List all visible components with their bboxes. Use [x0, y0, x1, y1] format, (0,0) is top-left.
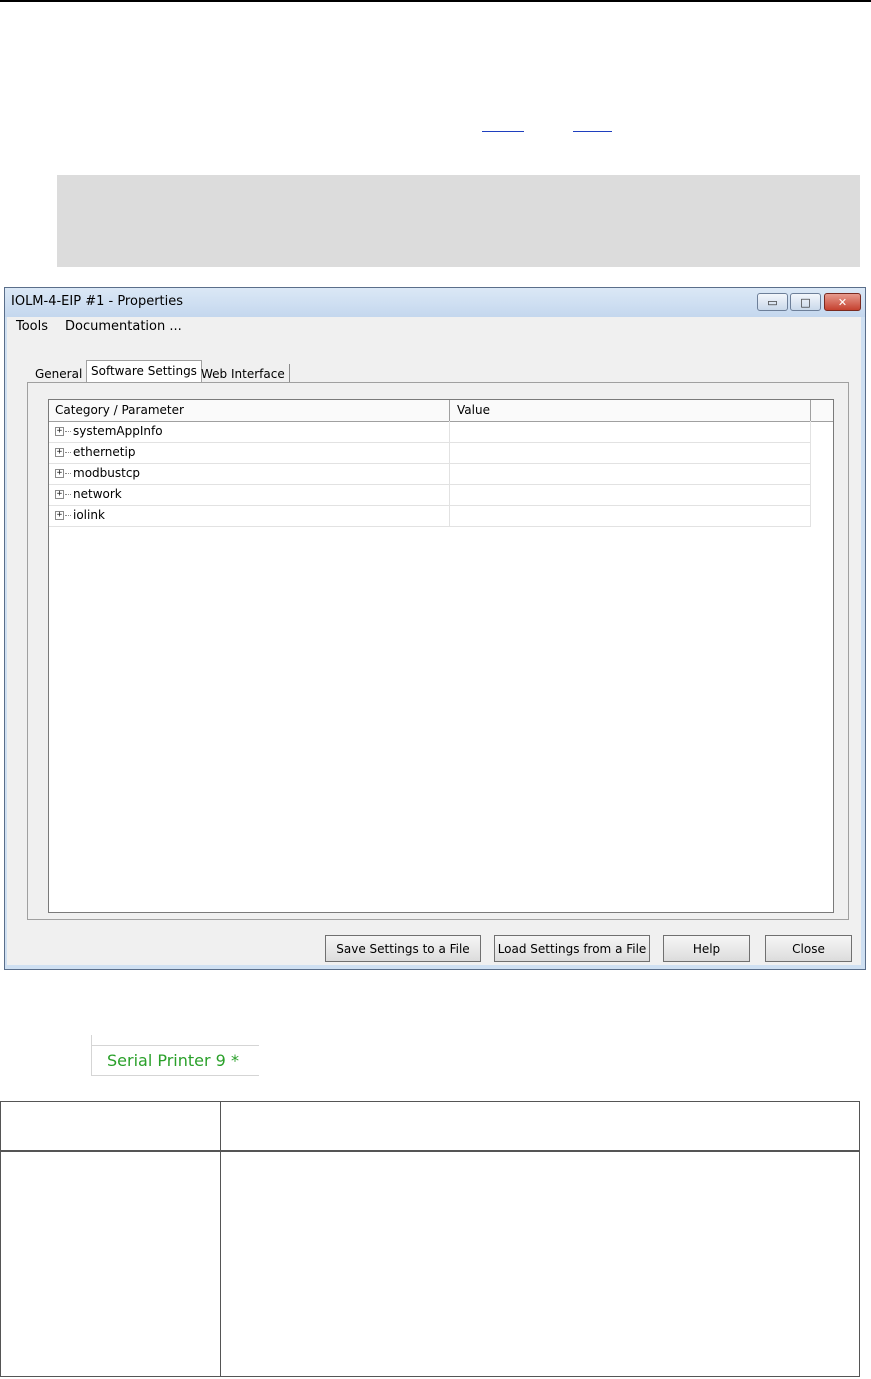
- tab-web-interface-label: Web Interface: [201, 367, 285, 381]
- note-box: [57, 175, 860, 267]
- cell-divider: [810, 463, 811, 484]
- tab-bottom-border: [92, 1075, 259, 1076]
- tree-row-label: systemAppInfo: [73, 424, 163, 438]
- hyperlink-underline-1[interactable]: [482, 131, 524, 132]
- cell-divider: [449, 421, 450, 442]
- menu-documentation[interactable]: Documentation ...: [65, 319, 182, 334]
- tree-row[interactable]: + iolink: [49, 505, 811, 527]
- tab-top-border: [92, 1045, 259, 1046]
- save-settings-button[interactable]: Save Settings to a File: [325, 935, 481, 962]
- expand-icon[interactable]: +: [55, 490, 64, 499]
- expand-icon[interactable]: +: [55, 448, 64, 457]
- expand-icon[interactable]: +: [55, 511, 64, 520]
- minimize-icon[interactable]: ▭: [757, 293, 788, 311]
- help-button-label: Help: [692, 941, 721, 956]
- cell-divider: [810, 505, 811, 526]
- help-button[interactable]: Help: [663, 935, 750, 962]
- tree-connector: [65, 494, 71, 495]
- cell-divider: [449, 442, 450, 463]
- cell-divider: [449, 484, 450, 505]
- settings-grid: Category / Parameter Value + systemAppIn…: [48, 399, 834, 913]
- cell-divider: [810, 442, 811, 463]
- table-column-divider: [220, 1102, 221, 1376]
- tree-row-label: ethernetip: [73, 445, 136, 459]
- client-area: General Software Settings Web Interface …: [7, 337, 861, 965]
- serial-printer-tab[interactable]: Serial Printer 9 *: [91, 1035, 259, 1076]
- hyperlink-underline-2[interactable]: [573, 131, 612, 132]
- load-settings-button-label: Load Settings from a File: [497, 941, 647, 956]
- cell-divider: [449, 505, 450, 526]
- column-header-value[interactable]: Value: [457, 403, 490, 417]
- tree-row[interactable]: + ethernetip: [49, 442, 811, 464]
- tree-connector: [65, 431, 71, 432]
- tab-software-settings-label: Software Settings: [91, 364, 197, 378]
- tree-row[interactable]: + modbustcp: [49, 463, 811, 485]
- menu-tools[interactable]: Tools: [16, 319, 48, 334]
- expand-icon[interactable]: +: [55, 469, 64, 478]
- title-bar[interactable]: IOLM-4-EIP #1 - Properties ▭ □ ✕: [5, 288, 865, 317]
- tree-row[interactable]: + systemAppInfo: [49, 421, 811, 443]
- tree-connector: [65, 452, 71, 453]
- cell-divider: [810, 484, 811, 505]
- load-settings-button[interactable]: Load Settings from a File: [494, 935, 650, 962]
- serial-printer-tab-label: Serial Printer 9 *: [107, 1051, 239, 1070]
- tab-panel: Category / Parameter Value + systemAppIn…: [27, 382, 849, 920]
- tree-connector: [65, 515, 71, 516]
- column-divider[interactable]: [810, 400, 811, 421]
- close-button[interactable]: Close: [765, 935, 852, 962]
- tree-row-label: network: [73, 487, 122, 501]
- cell-divider: [449, 463, 450, 484]
- menu-bar: Tools Documentation ...: [7, 317, 861, 338]
- grid-header: Category / Parameter Value: [49, 400, 833, 422]
- column-header-category[interactable]: Category / Parameter: [55, 403, 184, 417]
- tab-general[interactable]: General: [31, 364, 88, 384]
- close-button-label: Close: [792, 941, 825, 956]
- tab-web-interface[interactable]: Web Interface: [197, 364, 290, 384]
- tree-connector: [65, 473, 71, 474]
- expand-icon[interactable]: +: [55, 427, 64, 436]
- close-icon[interactable]: ✕: [824, 293, 861, 311]
- tree-row-label: iolink: [73, 508, 105, 522]
- properties-window: IOLM-4-EIP #1 - Properties ▭ □ ✕ Tools D…: [4, 287, 866, 970]
- tab-general-label: General: [35, 367, 83, 381]
- window-title: IOLM-4-EIP #1 - Properties: [11, 294, 184, 309]
- table-header-divider: [1, 1150, 859, 1152]
- document-table: [0, 1101, 860, 1377]
- tree-row[interactable]: + network: [49, 484, 811, 506]
- save-settings-button-label: Save Settings to a File: [336, 941, 470, 956]
- maximize-icon[interactable]: □: [790, 293, 821, 311]
- cell-divider: [810, 421, 811, 442]
- column-divider[interactable]: [449, 400, 450, 421]
- tree-row-label: modbustcp: [73, 466, 141, 480]
- top-rule: [0, 0, 871, 2]
